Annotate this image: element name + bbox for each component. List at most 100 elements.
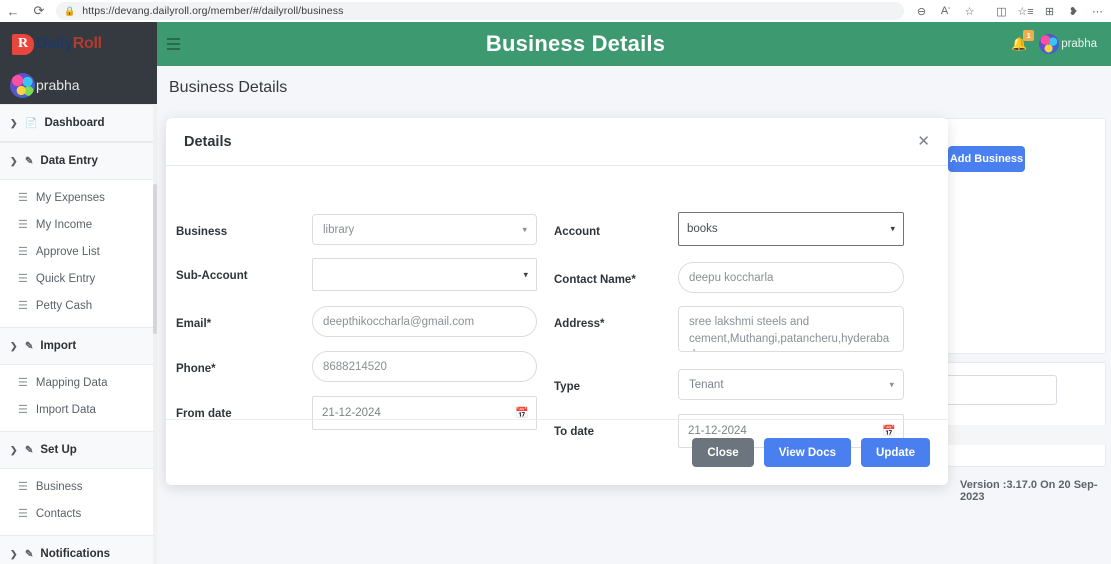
- sidebar-item-label: Approve List: [35, 245, 100, 258]
- sub-account-label: Sub-Account: [176, 270, 248, 282]
- url-text: https://devang.dailyroll.org/member/#/da…: [82, 5, 344, 17]
- sidebar-item-notifications[interactable]: ❯ ✎ Notifications: [0, 535, 157, 564]
- reload-icon[interactable]: ⟳: [26, 1, 52, 21]
- contact-name-field[interactable]: [678, 262, 904, 293]
- sidebar-item-data-entry[interactable]: ❯ ✎ Data Entry: [0, 142, 157, 180]
- phone-input[interactable]: [312, 351, 537, 382]
- sidebar-item-label: Contacts: [35, 507, 82, 520]
- top-header: Business Details 🔔 1 prabha: [157, 22, 1111, 66]
- version-text: Version :3.17.0 On 20 Sep-2023: [960, 479, 1098, 503]
- header-username: prabha: [1061, 38, 1097, 50]
- sidebar-item-label: Quick Entry: [35, 272, 96, 285]
- sidebar-item-label: Set Up: [40, 444, 77, 456]
- sidebar-item-petty-cash[interactable]: ☰ Petty Cash: [0, 292, 157, 319]
- logo-badge-icon: R: [12, 33, 34, 55]
- sidebar-subnav-data-entry: ☰ My Expenses ☰ My Income ☰ Approve List ☰ Q…: [0, 180, 157, 327]
- sidebar-item-label: My Income: [35, 218, 93, 231]
- add-browser-icon[interactable]: ⊞: [1038, 1, 1061, 21]
- sidebar-user[interactable]: prabha: [0, 66, 157, 104]
- sidebar-logo[interactable]: R DailyRoll: [0, 22, 157, 66]
- sidebar-item-contacts[interactable]: ☰ Contacts: [0, 500, 157, 527]
- sidebar-item-label: Petty Cash: [35, 299, 93, 312]
- close-button[interactable]: Close: [692, 438, 754, 467]
- modal-body: Business ▾ Account books ▾ Sub-Account ▾…: [166, 166, 948, 448]
- sidebar-item-quick-entry[interactable]: ☰ Quick Entry: [0, 265, 157, 292]
- address-label: Address*: [554, 318, 605, 330]
- contact-name-input[interactable]: [678, 262, 904, 293]
- card-input[interactable]: [942, 375, 1057, 405]
- account-label: Account: [554, 226, 600, 238]
- sidebar-subnav-import: ☰ Mapping Data ☰ Import Data: [0, 365, 157, 431]
- read-aloud-icon[interactable]: A”: [934, 1, 957, 21]
- type-select-value[interactable]: [678, 369, 904, 400]
- sidebar-item-label: Mapping Data: [35, 376, 108, 389]
- email-label: Email*: [176, 318, 212, 330]
- sidebar-item-label: Business: [35, 480, 83, 493]
- modal-title: Details: [184, 133, 232, 150]
- sidebar-item-set-up[interactable]: ❯ ✎ Set Up: [0, 431, 157, 469]
- address-textarea[interactable]: sree lakshmi steels and cement,Muthangi,…: [678, 306, 904, 352]
- shield-icon[interactable]: ❥: [1062, 1, 1085, 21]
- sidebar-item-label: Import: [40, 340, 77, 352]
- chevron-down-icon: ❯: [10, 155, 18, 166]
- browser-action-icons: ⊖ A” ☆ ◫ ☆≡ ⊞ ❥ ⋯: [910, 1, 1111, 21]
- pencil-icon: ✎: [25, 340, 34, 352]
- sidebar-item-label: Notifications: [40, 548, 111, 560]
- view-docs-button[interactable]: View Docs: [763, 438, 852, 467]
- sub-account-select-control[interactable]: [312, 258, 537, 291]
- chevron-down-icon: ❯: [10, 340, 18, 351]
- account-select[interactable]: books ▾: [678, 212, 904, 246]
- add-business-button[interactable]: Add Business: [948, 146, 1025, 172]
- close-icon[interactable]: ✕: [917, 134, 930, 149]
- sidebar-item-import-data[interactable]: ☰ Import Data: [0, 396, 157, 423]
- sidebar: R DailyRoll prabha ❯ 📄 Dashboard ❯ ✎ Dat…: [0, 22, 157, 564]
- sidebar-username: prabha: [36, 77, 80, 93]
- update-button[interactable]: Update: [861, 438, 930, 467]
- app-shell: R DailyRoll prabha ❯ 📄 Dashboard ❯ ✎ Dat…: [0, 22, 1111, 564]
- list-icon: ☰: [18, 508, 28, 520]
- sub-account-select[interactable]: ▾: [312, 258, 537, 291]
- sidebar-item-label: Dashboard: [44, 117, 105, 129]
- notifications-button[interactable]: 🔔 1: [1011, 30, 1035, 53]
- list-icon: ☰: [18, 404, 28, 416]
- business-label: Business: [176, 226, 228, 238]
- sidebar-subnav-set-up: ☰ Business ☰ Contacts: [0, 469, 157, 535]
- collections-icon[interactable]: ☆≡: [1014, 1, 1037, 21]
- type-select[interactable]: ▾: [678, 369, 904, 400]
- sidebar-item-my-expenses[interactable]: ☰ My Expenses: [0, 184, 157, 211]
- modal-header: Details ✕: [166, 118, 948, 166]
- split-screen-icon[interactable]: ◫: [990, 1, 1013, 21]
- sidebar-scrollbar[interactable]: [153, 104, 157, 564]
- header-user-menu[interactable]: prabha: [1039, 34, 1097, 54]
- email-field[interactable]: [312, 306, 537, 337]
- back-arrow-icon[interactable]: ←: [0, 1, 26, 21]
- list-icon: ☰: [18, 481, 28, 493]
- pencil-icon: ✎: [25, 155, 34, 167]
- email-input[interactable]: [312, 306, 537, 337]
- phone-field[interactable]: [312, 351, 537, 382]
- list-icon: ☰: [18, 300, 28, 312]
- modal-footer: Close View Docs Update: [166, 419, 948, 485]
- sidebar-nav: ❯ 📄 Dashboard ❯ ✎ Data Entry ☰ My Expense…: [0, 104, 157, 564]
- sidebar-item-approve-list[interactable]: ☰ Approve List: [0, 238, 157, 265]
- logo-text: DailyRoll: [36, 35, 102, 53]
- business-select[interactable]: ▾: [312, 214, 537, 245]
- file-icon: 📄: [25, 117, 38, 129]
- business-select-value[interactable]: [312, 214, 537, 245]
- sidebar-item-my-income[interactable]: ☰ My Income: [0, 211, 157, 238]
- header-right-actions: 🔔 1 prabha: [1011, 30, 1111, 54]
- sidebar-item-mapping-data[interactable]: ☰ Mapping Data: [0, 369, 157, 396]
- sidebar-item-business[interactable]: ☰ Business: [0, 473, 157, 500]
- sidebar-item-import[interactable]: ❯ ✎ Import: [0, 327, 157, 365]
- details-modal: Details ✕ Business ▾ Account books ▾ Sub…: [166, 118, 948, 485]
- address-bar[interactable]: 🔒 https://devang.dailyroll.org/member/#/…: [56, 2, 904, 20]
- sidebar-item-dashboard[interactable]: ❯ 📄 Dashboard: [0, 104, 157, 142]
- avatar: [10, 72, 35, 98]
- address-field[interactable]: sree lakshmi steels and cement,Muthangi,…: [678, 306, 904, 357]
- sidebar-scrollbar-thumb[interactable]: [153, 184, 157, 334]
- account-select-control[interactable]: books: [678, 212, 904, 246]
- favorite-star-icon[interactable]: ☆: [958, 1, 981, 21]
- list-icon: ☰: [18, 246, 28, 258]
- zoom-out-icon[interactable]: ⊖: [910, 1, 933, 21]
- more-icon[interactable]: ⋯: [1086, 1, 1109, 21]
